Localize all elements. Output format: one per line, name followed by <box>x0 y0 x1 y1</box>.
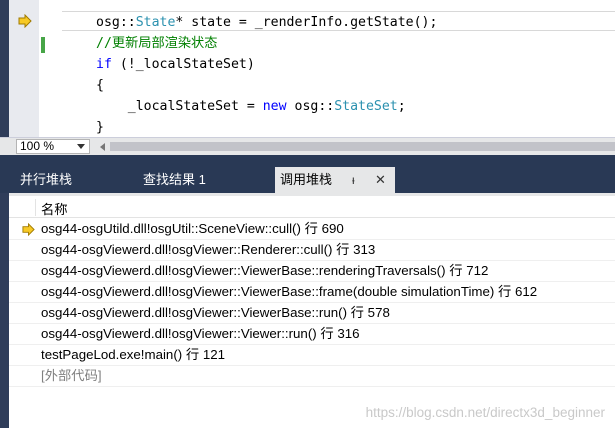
column-header-row: 名称 <box>9 196 615 218</box>
change-tracking-bar <box>41 0 47 137</box>
call-stack-frame-text: testPageLod.exe!main() 行 121 <box>41 347 226 362</box>
call-stack-frame-text: osg44-osgViewerd.dll!osgViewer::ViewerBa… <box>41 263 489 278</box>
tab-call-stack[interactable]: 调用堆栈 ᵻ ✕ <box>275 167 395 193</box>
call-stack-row[interactable]: [外部代码] <box>9 366 615 387</box>
call-stack-list: osg44-osgUtild.dll!osgUtil::SceneView::c… <box>9 219 615 387</box>
call-stack-frame-text: osg44-osgViewerd.dll!osgViewer::Viewer::… <box>41 326 360 341</box>
editor-left-border <box>0 0 9 137</box>
watermark: https://blog.csdn.net/directx3d_beginner <box>365 405 605 420</box>
call-stack-row[interactable]: osg44-osgViewerd.dll!osgViewer::ViewerBa… <box>9 303 615 324</box>
column-header-name[interactable]: 名称 <box>41 199 68 218</box>
column-separator[interactable] <box>35 199 36 216</box>
pin-icon[interactable]: ᵻ <box>352 167 355 193</box>
call-stack-row[interactable]: osg44-osgViewerd.dll!osgViewer::ViewerBa… <box>9 282 615 303</box>
close-icon[interactable]: ✕ <box>375 167 386 193</box>
call-stack-frame-text: [外部代码] <box>41 368 102 383</box>
code-comment: //更新局部渲染状态 <box>96 36 218 51</box>
code-line[interactable]: _localStateSet = new osg::StateSet; <box>96 96 437 117</box>
code-token: osg:: <box>286 99 335 114</box>
code-text[interactable]: osg::State* state = _renderInfo.getState… <box>96 12 437 137</box>
chevron-down-icon[interactable] <box>77 144 85 149</box>
code-line[interactable]: osg::State* state = _renderInfo.getState… <box>96 12 437 33</box>
code-token: ; <box>397 99 406 114</box>
panel-splitter[interactable] <box>0 155 615 167</box>
tab-label: 查找结果 1 <box>143 172 206 187</box>
call-stack-row[interactable]: osg44-osgViewerd.dll!osgViewer::Viewer::… <box>9 324 615 345</box>
tab-label: 调用堆栈 <box>280 172 333 187</box>
code-token: } <box>96 120 104 135</box>
code-line[interactable]: if (!_localStateSet) <box>96 54 437 75</box>
code-editor[interactable]: osg::State* state = _renderInfo.getState… <box>0 0 615 137</box>
call-stack-frame-text: osg44-osgViewerd.dll!osgViewer::Renderer… <box>41 242 376 257</box>
current-statement-arrow-icon <box>18 14 32 28</box>
change-marker <box>41 37 45 53</box>
code-token: osg:: <box>96 15 136 30</box>
code-token: { <box>96 78 104 93</box>
call-stack-frame-text: osg44-osgViewerd.dll!osgViewer::ViewerBa… <box>41 305 390 320</box>
code-line[interactable]: { <box>96 75 437 96</box>
code-line[interactable]: } <box>96 117 437 137</box>
call-stack-row[interactable]: testPageLod.exe!main() 行 121 <box>9 345 615 366</box>
call-stack-row[interactable]: osg44-osgViewerd.dll!osgViewer::ViewerBa… <box>9 261 615 282</box>
code-keyword: new <box>262 99 287 114</box>
tab-parallel-stacks[interactable]: 并行堆栈 <box>20 167 72 193</box>
editor-bottom-bar: 100 % <box>0 137 615 155</box>
call-stack-row[interactable]: osg44-osgViewerd.dll!osgViewer::Renderer… <box>9 240 615 261</box>
current-frame-arrow-icon <box>22 223 35 236</box>
zoom-dropdown[interactable]: 100 % <box>16 139 90 154</box>
horizontal-scrollbar-thumb[interactable] <box>110 142 615 151</box>
code-keyword: if <box>96 57 112 72</box>
code-line[interactable]: //更新局部渲染状态 <box>96 33 437 54</box>
tab-label: 并行堆栈 <box>20 172 73 187</box>
code-token: * state = _renderInfo.getState(); <box>175 15 438 30</box>
zoom-value: 100 % <box>20 139 55 153</box>
code-token: _localStateSet = <box>96 99 263 114</box>
call-stack-row[interactable]: osg44-osgUtild.dll!osgUtil::SceneView::c… <box>9 219 615 240</box>
call-stack-frame-text: osg44-osgViewerd.dll!osgViewer::ViewerBa… <box>41 284 538 299</box>
tool-window-tab-strip: 并行堆栈 查找结果 1 调用堆栈 ᵻ ✕ <box>0 167 615 193</box>
code-token: (!_localStateSet) <box>111 57 255 72</box>
scroll-left-arrow-icon[interactable] <box>100 143 105 151</box>
call-stack-panel: 名称 osg44-osgUtild.dll!osgUtil::SceneView… <box>9 193 615 428</box>
panel-left-border <box>0 193 9 428</box>
call-stack-frame-text: osg44-osgUtild.dll!osgUtil::SceneView::c… <box>41 221 344 236</box>
tab-find-results[interactable]: 查找结果 1 <box>143 167 206 193</box>
code-type-name: StateSet <box>334 99 398 114</box>
code-type-name: State <box>135 15 176 30</box>
